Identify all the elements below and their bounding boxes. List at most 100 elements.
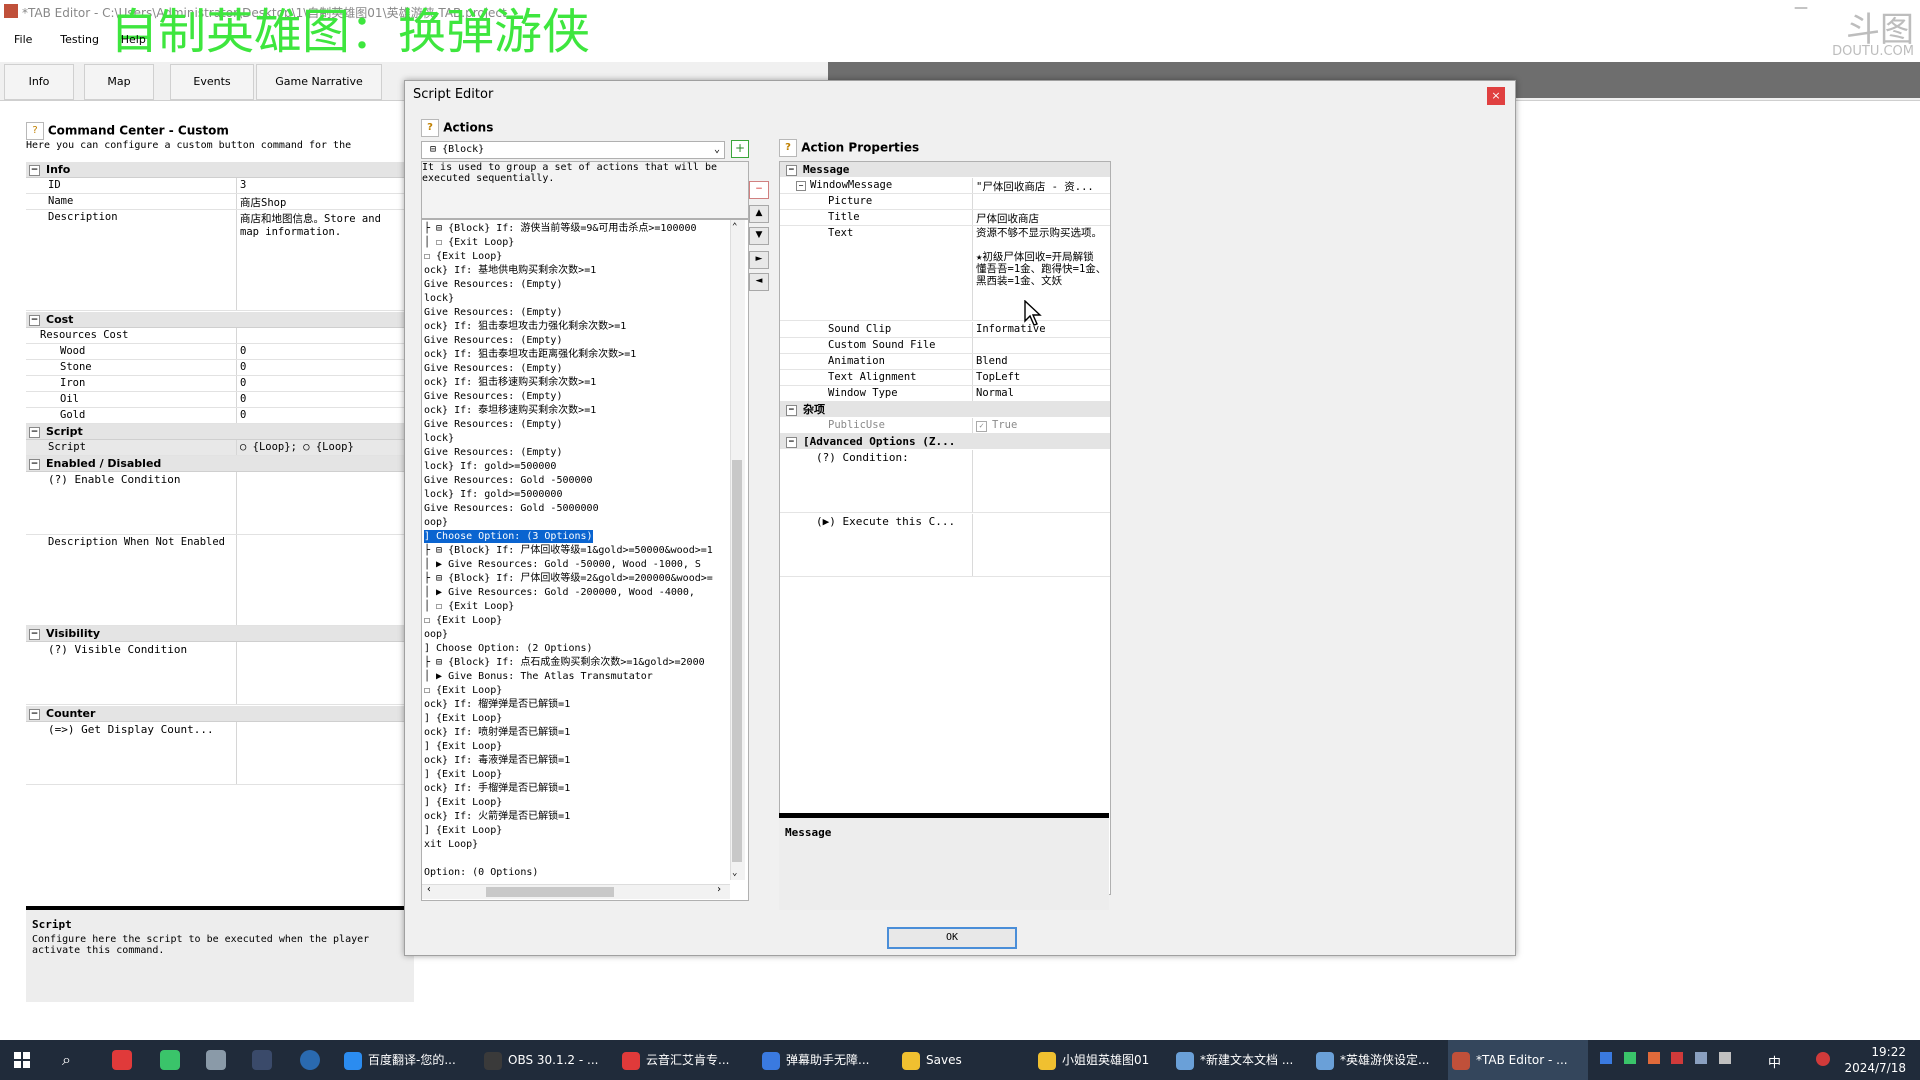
tree-item[interactable]: ock} If: 狙击泰坦攻击距离强化剩余次数>=1 <box>424 348 636 361</box>
prop-oil[interactable]: Oil 0 <box>26 392 406 408</box>
tree-item[interactable]: │ ▶ Give Resources: Gold -200000, Wood -… <box>424 586 695 599</box>
prop-text[interactable]: Text 资源不够不显示购买选项。 ★初级尸体回收=开局解锁 懂吾吾=1金、跑得快… <box>780 226 1110 321</box>
pinned-app-icon[interactable] <box>112 1050 132 1070</box>
windows-start-icon[interactable] <box>14 1052 30 1068</box>
taskbar-app[interactable]: OBS 30.1.2 - ... <box>480 1040 610 1080</box>
tree-item[interactable]: ☐ {Exit Loop} <box>424 614 502 627</box>
tree-item[interactable]: Give Resources: (Empty) <box>424 390 562 403</box>
tree-item[interactable]: Give Resources: (Empty) <box>424 334 562 347</box>
section-counter[interactable]: − Counter <box>26 706 406 722</box>
taskbar-app[interactable]: *新建文本文档 ... <box>1172 1040 1304 1080</box>
prop-stone[interactable]: Stone 0 <box>26 360 406 376</box>
tree-item[interactable]: ├ ⊟ {Block} If: 游侠当前等级=9&可用击杀点>=100000 <box>424 222 697 235</box>
tree-item[interactable]: xit Loop} <box>424 838 478 851</box>
action-type-select[interactable]: ⊟ {Block} ⌄ <box>421 141 725 159</box>
prop-enable-condition[interactable]: (?) Enable Condition <box>26 472 406 535</box>
section-enabled[interactable]: − Enabled / Disabled <box>26 456 406 472</box>
move-down-button[interactable]: ▼ <box>749 227 769 245</box>
tab-info[interactable]: Info <box>4 64 74 100</box>
tree-item[interactable]: ] {Exit Loop} <box>424 712 502 725</box>
add-action-button[interactable]: + <box>731 140 749 158</box>
tree-item[interactable]: ├ ⊟ {Block} If: 尸体回收等级=1&gold>=50000&woo… <box>424 544 713 557</box>
prop-gold[interactable]: Gold 0 <box>26 408 406 424</box>
tree-item[interactable]: │ ▶ Give Resources: Gold -50000, Wood -1… <box>424 558 701 571</box>
taskbar-app[interactable]: *英雄游侠设定... <box>1312 1040 1442 1080</box>
scroll-down-icon[interactable]: ⌄ <box>732 868 737 878</box>
prop-iron[interactable]: Iron 0 <box>26 376 406 392</box>
section-cost[interactable]: − Cost <box>26 312 406 328</box>
prop-desc-not-enabled[interactable]: Description When Not Enabled <box>26 535 406 626</box>
tree-item[interactable]: ock} If: 火箭弹是否已解锁=1 <box>424 810 570 823</box>
prop-condition[interactable]: (?) Condition: <box>780 450 1110 513</box>
prop-name[interactable]: Name 商店Shop <box>26 194 406 210</box>
tree-item[interactable]: ├ ⊟ {Block} If: 尸体回收等级=2&gold>=200000&wo… <box>424 572 713 585</box>
section-info[interactable]: − Info <box>26 162 406 178</box>
vertical-scroll-thumb[interactable] <box>732 460 742 862</box>
prop-execute[interactable]: (▶) Execute this C... <box>780 514 1110 577</box>
steam-icon[interactable] <box>252 1050 272 1070</box>
tree-item[interactable]: ock} If: 狙击泰坦攻击力强化剩余次数>=1 <box>424 320 626 333</box>
system-tray[interactable] <box>1600 1052 1750 1068</box>
tree-item[interactable]: ] {Exit Loop} <box>424 740 502 753</box>
taskbar-app[interactable]: 小姐姐英雄图01 <box>1034 1040 1164 1080</box>
tree-item[interactable]: Give Resources: (Empty) <box>424 278 562 291</box>
tree-item[interactable]: oop} <box>424 516 448 529</box>
prop-text-alignment[interactable]: Text Alignment TopLeft <box>780 370 1110 386</box>
indent-button[interactable]: ► <box>749 251 769 269</box>
tree-item[interactable]: ock} If: 泰坦移速购买剩余次数>=1 <box>424 404 596 417</box>
prop-picture[interactable]: Picture <box>780 194 1110 210</box>
notification-icon[interactable] <box>1816 1052 1830 1066</box>
prop-id[interactable]: ID 3 <box>26 178 406 194</box>
tree-item[interactable]: ] {Exit Loop} <box>424 768 502 781</box>
prop-resources-cost[interactable]: Resources Cost <box>26 328 406 344</box>
prop-title[interactable]: Title 尸体回收商店 <box>780 210 1110 226</box>
tree-item[interactable]: ├ ⊟ {Block} If: 点石成金购买剩余次数>=1&gold>=2000 <box>424 656 705 669</box>
prop-sound-clip[interactable]: Sound Clip Informative <box>780 322 1110 338</box>
taskbar-app[interactable]: Saves <box>898 1040 1028 1080</box>
tree-item[interactable]: ] {Exit Loop} <box>424 796 502 809</box>
tree-item[interactable]: ☐ {Exit Loop} <box>424 684 502 697</box>
taskbar-app[interactable]: 云音汇艾肯专... <box>618 1040 750 1080</box>
prop-visible-condition[interactable]: (?) Visible Condition <box>26 642 406 705</box>
tree-item[interactable]: Give Resources: (Empty) <box>424 418 562 431</box>
prop-display-count[interactable]: (=>) Get Display Count... <box>26 722 406 785</box>
tree-item[interactable]: ock} If: 喷射弹是否已解锁=1 <box>424 726 570 739</box>
prop-script[interactable]: Script ○ {Loop}; ○ {Loop} <box>26 440 406 456</box>
tree-item[interactable]: lock} <box>424 432 454 445</box>
tree-item[interactable]: ] Choose Option: (3 Options) <box>424 530 593 543</box>
tree-item[interactable]: ] {Exit Loop} <box>424 824 502 837</box>
prop-animation[interactable]: Animation Blend <box>780 354 1110 370</box>
tree-item[interactable]: lock} If: gold>=500000 <box>424 460 556 473</box>
section-misc[interactable]: − 杂项 <box>780 402 1110 417</box>
tree-item[interactable]: ock} If: 手榴弹是否已解锁=1 <box>424 782 570 795</box>
section-advanced[interactable]: − [Advanced Options (Z... <box>780 434 1110 449</box>
prop-window-message[interactable]: − WindowMessage "尸体回收商店 - 资... <box>780 178 1110 194</box>
tab-map[interactable]: Map <box>84 64 154 100</box>
prop-wood[interactable]: Wood 0 <box>26 344 406 360</box>
taskbar-app[interactable]: 弹幕助手无障... <box>758 1040 890 1080</box>
tree-item[interactable]: ] Choose Option: (2 Options) <box>424 642 593 655</box>
tree-item[interactable]: │ ☐ {Exit Loop} <box>424 236 514 249</box>
prop-window-type[interactable]: Window Type Normal <box>780 386 1110 402</box>
section-script[interactable]: − Script <box>26 424 406 440</box>
taskbar-app[interactable]: 百度翻译-您的... <box>340 1040 470 1080</box>
remove-action-button[interactable]: − <box>749 181 769 199</box>
tree-item[interactable]: Give Resources: (Empty) <box>424 446 562 459</box>
section-message[interactable]: − Message <box>780 162 1110 177</box>
taskbar-app[interactable]: *TAB Editor - ... <box>1448 1040 1588 1080</box>
tab-events[interactable]: Events <box>170 64 254 100</box>
move-up-button[interactable]: ▲ <box>749 205 769 223</box>
tree-item[interactable]: lock} <box>424 292 454 305</box>
prop-custom-sound[interactable]: Custom Sound File <box>780 338 1110 354</box>
action-tree[interactable]: ├ ⊟ {Block} If: 游侠当前等级=9&可用击杀点>=100000 │ … <box>421 219 749 901</box>
minimize-button[interactable]: — <box>1794 0 1808 16</box>
scroll-up-icon[interactable]: ⌃ <box>732 222 737 232</box>
tree-item[interactable]: ock} If: 毒液弹是否已解锁=1 <box>424 754 570 767</box>
tree-item[interactable]: oop} <box>424 628 448 641</box>
tree-item[interactable]: ☐ {Exit Loop} <box>424 250 502 263</box>
tree-item[interactable]: │ ☐ {Exit Loop} <box>424 600 514 613</box>
clock[interactable]: 19:22 2024/7/18 <box>1844 1044 1906 1076</box>
prop-description[interactable]: Description 商店和地图信息。Store and map informa… <box>26 210 406 311</box>
ime-indicator[interactable]: 中 <box>1768 1052 1781 1071</box>
tree-item[interactable]: ock} If: 榴弹弹是否已解锁=1 <box>424 698 570 711</box>
